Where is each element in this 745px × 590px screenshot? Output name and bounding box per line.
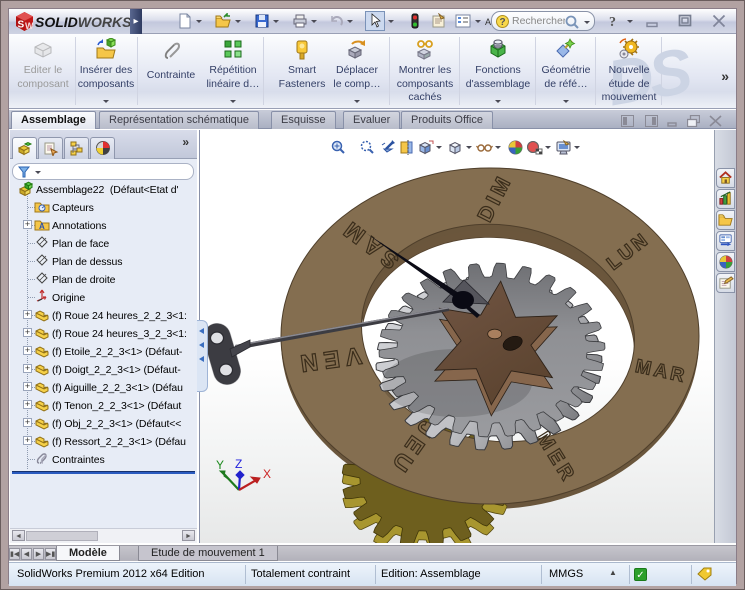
svg-text:S: S <box>18 20 25 31</box>
svg-text:?: ? <box>609 15 616 29</box>
svg-text:Y: Y <box>216 458 224 472</box>
svg-text:W: W <box>25 21 34 31</box>
svg-text:X: X <box>263 467 271 481</box>
svg-text:Z: Z <box>235 457 242 471</box>
svg-text:A: A <box>39 222 45 231</box>
